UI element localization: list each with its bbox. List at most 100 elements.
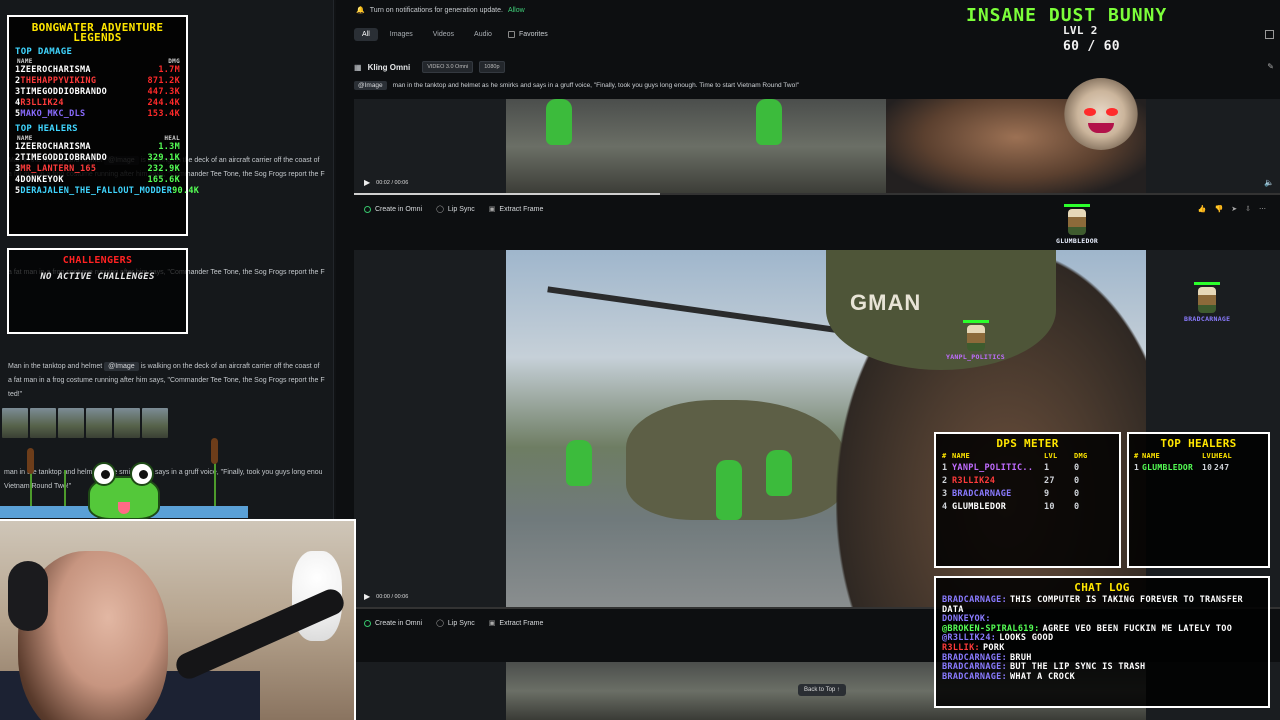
player-level: 27 [1044, 476, 1055, 486]
bell-icon: 🔔 [356, 7, 365, 14]
tab-videos[interactable]: Videos [425, 28, 462, 41]
image-chip[interactable]: @Image [104, 362, 139, 371]
player-avatar [966, 325, 985, 351]
grid-icon[interactable] [1265, 30, 1274, 39]
thumbs-up-icon[interactable]: 👍 [1198, 205, 1207, 213]
more-icon[interactable]: ⋯ [1259, 205, 1266, 213]
header-lvl: LVL [1202, 452, 1216, 460]
player-name: GLUMBLEDOR [952, 502, 1007, 512]
back-to-top-button[interactable]: Back to Top ↑ [798, 684, 846, 696]
frog-soldier [716, 460, 742, 520]
header-name: NAME [17, 58, 33, 65]
frog-pupil [139, 470, 148, 479]
chat-author: @R3LLIK24: [942, 633, 997, 644]
boss-mouth [1088, 123, 1114, 133]
chat-messages: BRADCARNAGE: THIS COMPUTER IS TAKING FORE… [936, 594, 1268, 684]
model-name: Kling Omni [367, 62, 411, 72]
share-icon[interactable]: ➤ [1231, 205, 1237, 213]
thumbnail[interactable] [30, 408, 56, 438]
thumbnail[interactable] [114, 408, 140, 438]
video-player[interactable]: ▶ 00:02 / 00:06 🔈 [354, 99, 1280, 195]
lip-sync-button[interactable]: ◯ Lip Sync [436, 205, 475, 214]
volume-icon[interactable]: 🔈 [1264, 178, 1274, 187]
player-entry: 4DONKEYOK [15, 175, 64, 186]
chat-author: BRADCARNAGE: [942, 671, 1008, 682]
leaderboard-row: 2THEHAPPYVIKING 871.2K [9, 76, 186, 87]
frog-soldier [756, 99, 782, 145]
frog-mascot [84, 462, 164, 524]
frog-tongue [118, 502, 130, 514]
header-dmg: DMG [1074, 452, 1088, 460]
tab-audio[interactable]: Audio [466, 28, 500, 41]
rank: 1 [1134, 463, 1140, 472]
player-level: 1 [1044, 463, 1050, 473]
frog-soldier [566, 440, 592, 486]
play-icon[interactable]: ▶ [364, 592, 370, 601]
progress-fill [354, 193, 660, 195]
player-name: ZEEROCHARISMA [20, 142, 91, 152]
message-text: is walking on the deck of an aircraft ca… [140, 363, 320, 370]
player-name: DERAJALEN_THE_FALLOUT_MODDER [20, 186, 173, 196]
history-message[interactable]: Man in the tanktop and helmet @Image is … [8, 360, 326, 373]
chat-author: BRADCARNAGE: [942, 652, 1008, 663]
header-stat: DMG [168, 58, 180, 65]
player-damage: 0 [1074, 463, 1080, 473]
extract-frame-button[interactable]: ▣ Extract Frame [489, 619, 544, 628]
helmet-text: GMAN [850, 290, 922, 315]
play-icon[interactable]: ▶ [364, 178, 370, 187]
dps-row: 4 GLUMBLEDOR 10 0 [936, 501, 1119, 514]
action-row: Create in Omni ◯ Lip Sync ▣ Extract Frame [364, 619, 543, 627]
damage-list: 1ZEEROCHARISMA 1.7M 2THEHAPPYVIKING 871.2K 3… [9, 65, 186, 120]
lip-sync-button[interactable]: ◯ Lip Sync [436, 619, 475, 628]
extract-label: Extract Frame [499, 205, 544, 213]
header-rank: # [942, 452, 947, 460]
rank: 1 [942, 463, 948, 473]
header-stat: HEAL [164, 135, 180, 142]
tab-all[interactable]: All [354, 28, 378, 41]
dps-title: DPS METER [996, 437, 1059, 450]
image-chip[interactable]: @Image [354, 81, 387, 90]
extract-label: Extract Frame [499, 619, 544, 627]
player-name: R3LLIK24 [952, 476, 996, 486]
boss-eye [1084, 108, 1096, 116]
message-prefix: Man in the tanktop and helmet [8, 363, 103, 370]
tab-images[interactable]: Images [382, 28, 421, 41]
video-time: 00:00 / 00:06 [376, 593, 409, 600]
thumbnail-strip [2, 408, 168, 438]
player-name: GLUMBLEDOR [1056, 237, 1099, 245]
stat-value: 447.3K [147, 87, 180, 97]
edit-icon[interactable]: ✎ [1267, 62, 1274, 71]
chat-log-panel: CHAT LOG BRADCARNAGE: THIS COMPUTER IS TA… [934, 576, 1270, 708]
cattail [211, 438, 218, 464]
dps-list: 1 YANPL_POLITIC.. 1 0 2 R3LLIK24 27 0 3 BRADCARNA… [936, 462, 1119, 514]
lipsync-label: Lip Sync [447, 205, 475, 213]
favorites-toggle[interactable]: Favorites [507, 31, 548, 38]
healers-list: 1ZEEROCHARISMA 1.3M 2TIMEGODDIOBRANDO 329.1… [9, 142, 199, 197]
favorites-checkbox[interactable] [507, 31, 515, 38]
player-level: 10 [1202, 463, 1213, 472]
download-icon[interactable]: ⇩ [1245, 205, 1251, 213]
frog-eye [130, 462, 154, 486]
heal-header: NAME HEAL [9, 135, 186, 142]
stat-value: 153.4K [147, 109, 180, 119]
chat-author: DONKEYOK: [942, 614, 991, 625]
thumbs-down-icon[interactable]: 👎 [1215, 205, 1224, 213]
challenges-title: CHALLENGERS [62, 255, 133, 266]
thumbnail[interactable] [86, 408, 112, 438]
allow-notifications-link[interactable]: Allow [508, 7, 525, 14]
lipsync-icon: ◯ [436, 206, 444, 213]
thumbnail[interactable] [2, 408, 28, 438]
leaderboard-row: 3TIMEGODDIOBRANDO 447.3K [9, 87, 186, 98]
video-controls: ▶ 00:02 / 00:06 [364, 178, 408, 187]
top-healers-panel: TOP HEALERS # NAME LVL HEAL 1 GLUMBLEDOR 1… [1127, 432, 1270, 568]
top-healers-title: TOP HEALERS [15, 124, 78, 134]
video-progress[interactable] [354, 193, 1280, 195]
extract-frame-button[interactable]: ▣ Extract Frame [489, 205, 544, 214]
player-entry: 3TIMEGODDIOBRANDO [15, 87, 107, 98]
leaderboard-panel: BONGWATER ADVENTURE LEGENDS TOP DAMAGE N… [7, 15, 199, 236]
create-in-omni-button[interactable]: Create in Omni [364, 205, 422, 213]
thumbnail[interactable] [58, 408, 84, 438]
create-in-omni-button[interactable]: Create in Omni [364, 619, 422, 627]
chat-text: BRUH [1010, 652, 1032, 663]
thumbnail[interactable] [142, 408, 168, 438]
